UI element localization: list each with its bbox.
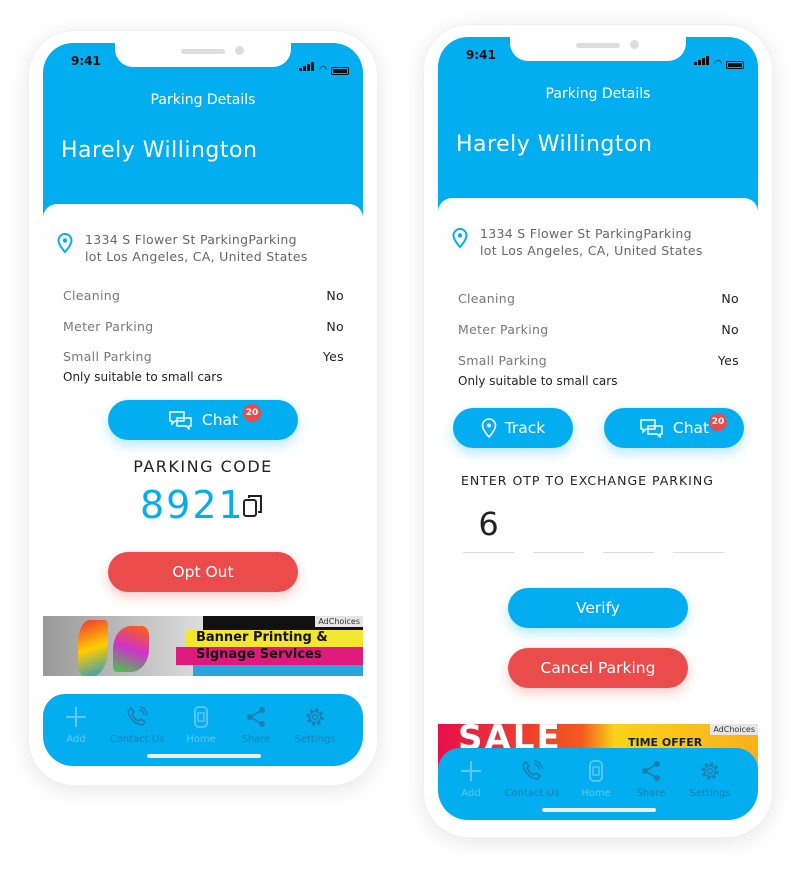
copy-icon[interactable] bbox=[242, 493, 264, 519]
phone-icon bbox=[127, 706, 148, 726]
nav-settings[interactable]: Settings bbox=[283, 706, 347, 745]
otp-input-1[interactable]: 6 bbox=[463, 502, 514, 553]
parking-note: Only suitable to small cars bbox=[458, 374, 618, 388]
parking-code: 8921 bbox=[140, 483, 245, 527]
ad-banner[interactable]: Banner Printing & Signage Services AdCho… bbox=[43, 616, 363, 676]
chat-icon bbox=[640, 419, 663, 438]
user-name: Harely Willington bbox=[456, 132, 653, 157]
screen-right: 9:41 ◠ Parking Details Harely Willington… bbox=[438, 37, 758, 820]
adchoices[interactable]: AdChoices bbox=[710, 724, 758, 735]
status-time: 9:41 bbox=[71, 54, 101, 68]
nav-share[interactable]: Share bbox=[224, 706, 288, 745]
location-pin-icon bbox=[452, 228, 468, 248]
cancel-parking-button[interactable]: Cancel Parking bbox=[508, 648, 688, 688]
share-icon bbox=[247, 707, 265, 727]
chat-button[interactable]: Chat bbox=[108, 400, 298, 440]
chat-badge: 20 bbox=[709, 413, 727, 431]
nav-settings[interactable]: Settings bbox=[678, 760, 742, 799]
car-icon bbox=[589, 760, 603, 782]
ad-text-1: Banner Printing & bbox=[186, 630, 363, 647]
nav-contact-us[interactable]: Contact Us bbox=[105, 706, 169, 745]
detail-meter-parking: Meter Parking No bbox=[63, 319, 344, 334]
verify-button[interactable]: Verify bbox=[508, 588, 688, 628]
detail-small-parking: Small Parking Yes bbox=[458, 353, 739, 368]
notch bbox=[115, 43, 291, 67]
battery-icon bbox=[331, 67, 349, 75]
car-icon bbox=[194, 706, 208, 728]
screen-left: 9:41 ◠ Parking Details Harely Willington… bbox=[43, 43, 363, 766]
otp-input-4[interactable] bbox=[673, 502, 724, 553]
location-pin-icon bbox=[57, 233, 73, 253]
nav-contact-us[interactable]: Contact Us bbox=[500, 760, 564, 799]
header: 9:41 ◠ Parking Details Harely Willington bbox=[438, 37, 758, 217]
page-title: Parking Details bbox=[150, 92, 256, 108]
opt-out-button[interactable]: Opt Out bbox=[108, 552, 298, 592]
gear-icon bbox=[306, 708, 324, 726]
nav-add[interactable]: Add bbox=[439, 760, 503, 799]
header: 9:41 ◠ Parking Details Harely Willington bbox=[43, 43, 363, 223]
bottom-nav: Add Contact Us Home Share Settings bbox=[43, 694, 363, 766]
status-icons: ◠ bbox=[694, 50, 744, 69]
home-indicator bbox=[542, 808, 656, 812]
home-indicator bbox=[147, 754, 261, 758]
status-time: 9:41 bbox=[466, 48, 496, 62]
chat-badge: 20 bbox=[243, 404, 261, 422]
status-icons: ◠ bbox=[299, 56, 349, 75]
wifi-icon: ◠ bbox=[714, 59, 722, 69]
detail-meter-parking: Meter Parking No bbox=[458, 322, 739, 337]
bottom-nav: Add Contact Us Home Share Settings bbox=[438, 748, 758, 820]
parking-note: Only suitable to small cars bbox=[63, 370, 223, 384]
share-icon bbox=[642, 761, 660, 781]
chat-icon bbox=[169, 411, 192, 430]
location-pin-icon bbox=[481, 418, 497, 438]
track-button[interactable]: Track bbox=[453, 408, 573, 448]
otp-input-2[interactable] bbox=[533, 502, 584, 553]
otp-input-3[interactable] bbox=[603, 502, 654, 553]
plus-icon bbox=[461, 761, 481, 781]
user-name: Harely Willington bbox=[61, 138, 258, 163]
address: 1334 S Flower St ParkingParking lot Los A… bbox=[85, 232, 308, 264]
nav-add[interactable]: Add bbox=[44, 706, 108, 745]
ad-text-2: Signage Services bbox=[176, 647, 363, 665]
notch bbox=[510, 37, 686, 61]
address: 1334 S Flower St ParkingParking lot Los A… bbox=[480, 226, 703, 258]
detail-small-parking: Small Parking Yes bbox=[63, 349, 344, 364]
plus-icon bbox=[66, 707, 86, 727]
battery-icon bbox=[726, 61, 744, 69]
nav-share[interactable]: Share bbox=[619, 760, 683, 799]
detail-cleaning: Cleaning No bbox=[63, 288, 344, 303]
chat-label: Chat bbox=[201, 411, 239, 429]
parking-code-label: PARKING CODE bbox=[133, 457, 273, 476]
otp-label: ENTER OTP TO EXCHANGE PARKING bbox=[461, 473, 714, 488]
page-title: Parking Details bbox=[545, 86, 651, 102]
phone-icon bbox=[522, 760, 543, 780]
wifi-icon: ◠ bbox=[319, 65, 327, 75]
detail-cleaning: Cleaning No bbox=[458, 291, 739, 306]
adchoices[interactable]: AdChoices bbox=[315, 616, 363, 627]
gear-icon bbox=[701, 762, 719, 780]
track-label: Track bbox=[504, 419, 546, 437]
chat-label: Chat bbox=[672, 419, 710, 437]
